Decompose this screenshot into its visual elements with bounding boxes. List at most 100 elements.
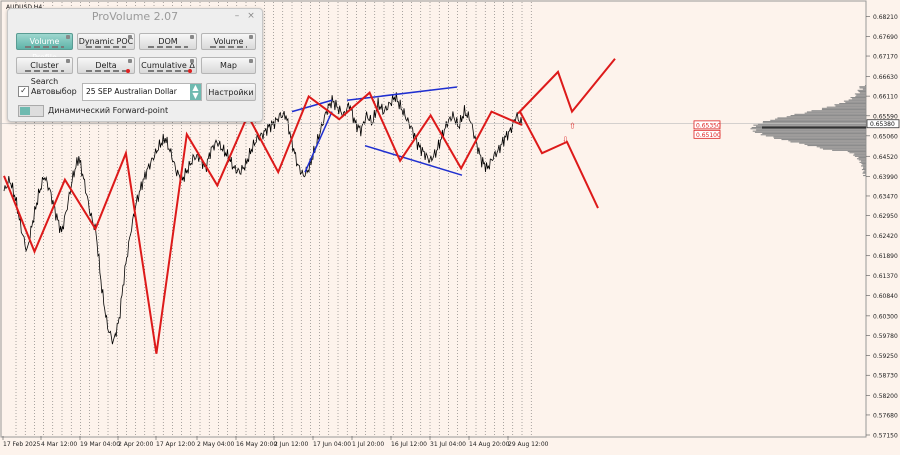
y-tick-label: 0.67690 — [873, 34, 898, 41]
profile-bar — [774, 137, 866, 139]
profile-bar — [807, 145, 866, 147]
profile-bar — [819, 147, 866, 149]
profile-bar — [864, 85, 866, 87]
profile-bar — [753, 124, 866, 126]
profile-bar — [804, 143, 866, 145]
y-tick-label: 0.60300 — [873, 313, 898, 320]
profile-bar — [856, 158, 866, 160]
x-tick-label: 29 Aug 12:00 — [508, 441, 549, 448]
dynamic-poc-button[interactable]: Dynamic POC — [77, 33, 135, 50]
profile-bar — [762, 122, 866, 124]
y-tick-label: 0.62950 — [873, 213, 898, 220]
profile-bar — [863, 175, 866, 177]
x-tick-label: 4 Mar 12:00 — [41, 441, 77, 448]
map-button[interactable]: Map — [201, 57, 256, 74]
spinner-icon[interactable]: ▲ ▼ — [190, 84, 201, 100]
profile-bar — [816, 146, 866, 148]
profile-bar — [865, 173, 866, 175]
profile-bar — [864, 170, 866, 172]
x-tick-label: 2 Apr 20:00 — [118, 441, 153, 448]
profile-bar — [765, 135, 866, 137]
profile-bar — [832, 149, 866, 151]
settings-button[interactable]: Настройки — [206, 83, 256, 101]
x-tick-label: 14 Aug 20:00 — [469, 441, 510, 448]
profile-bar — [834, 104, 866, 106]
x-tick-label: 2 May 04:00 — [197, 441, 235, 448]
profile-bar — [786, 116, 866, 118]
profile-bar — [849, 152, 866, 154]
profile-bar — [857, 89, 866, 91]
y-tick-label: 0.59250 — [873, 353, 898, 360]
profile-bar — [826, 106, 866, 108]
profile-bar — [773, 136, 866, 138]
profile-bar — [790, 115, 866, 117]
y-tick-label: 0.59780 — [873, 333, 898, 340]
dom-button[interactable]: DOM — [139, 33, 197, 50]
profile-bar — [852, 98, 866, 100]
poc-line — [762, 126, 866, 129]
profile-bar — [845, 101, 866, 103]
profile-bar — [804, 112, 866, 114]
profile-bar — [861, 163, 866, 165]
profile-bar — [853, 154, 866, 156]
y-tick-label: 0.68210 — [873, 14, 898, 21]
y-tick-label: 0.63990 — [873, 174, 898, 181]
profile-bar — [862, 172, 866, 174]
profile-bar — [752, 130, 866, 132]
delta-button[interactable]: Delta — [77, 57, 135, 74]
instrument-select[interactable]: 25 SEP Australian Dollar ▲ ▼ — [82, 83, 202, 101]
profile-bar — [859, 87, 866, 89]
profile-bar — [856, 94, 866, 96]
profile-bar — [839, 103, 866, 105]
volume-profile-button[interactable]: Volume Profile — [16, 33, 73, 62]
profile-bar — [821, 109, 866, 111]
profile-bar — [860, 165, 866, 167]
profile-bar — [754, 131, 866, 133]
profile-bar — [863, 167, 866, 169]
profile-bar — [858, 91, 866, 93]
y-tick-label: 0.57150 — [873, 433, 898, 440]
x-tick-label: 17 Apr 12:00 — [156, 441, 195, 448]
cumulative-delta-button[interactable]: Cumulative Δ — [139, 57, 197, 74]
autoselect-checkbox[interactable]: ✓ — [18, 86, 29, 97]
y-tick-label: 0.58200 — [873, 393, 898, 400]
down-arrow-icon: ⇩ — [562, 136, 569, 145]
profile-bar — [822, 148, 866, 150]
level-label: 0.65350 — [696, 122, 721, 129]
y-tick-label: 0.63470 — [873, 193, 898, 200]
profile-bar — [863, 166, 866, 168]
y-tick-label: 0.61890 — [873, 253, 898, 260]
y-tick-label: 0.62420 — [873, 233, 898, 240]
profile-bar — [775, 118, 866, 120]
y-tick-label: 0.65590 — [873, 113, 898, 120]
profile-bar — [835, 105, 866, 107]
forward-point-label: Динамический Forward-point — [48, 106, 169, 115]
profile-bar — [760, 134, 866, 136]
profile-bar — [854, 153, 866, 155]
profile-bar — [806, 111, 866, 113]
minimize-icon[interactable]: – — [232, 11, 242, 21]
up-arrow-icon: ⇧ — [569, 122, 576, 131]
profile-bar — [859, 92, 866, 94]
panel-title: ProVolume 2.07 — [91, 10, 179, 23]
profile-bar — [858, 157, 866, 159]
volume-button[interactable]: Volume — [201, 33, 256, 50]
profile-bar — [854, 155, 866, 157]
profile-bar — [811, 110, 866, 112]
profile-bar — [854, 93, 866, 95]
x-tick-label: 16 May 20:00 — [236, 441, 277, 448]
profile-bar — [858, 159, 866, 161]
profile-bar — [788, 140, 866, 142]
level-label: 0.65100 — [696, 132, 721, 139]
x-tick-label: 17 Feb 2025 — [3, 441, 41, 448]
profile-bar — [770, 119, 866, 121]
close-icon[interactable]: × — [246, 11, 256, 21]
cluster-search-button[interactable]: Cluster Search — [16, 57, 73, 86]
forward-point-toggle[interactable] — [18, 105, 44, 117]
profile-bar — [861, 160, 866, 162]
profile-bar — [863, 171, 866, 173]
profile-bar — [762, 121, 866, 123]
profile-bar — [777, 117, 866, 119]
profile-bar — [762, 133, 866, 135]
autoselect-label: Автовыбор — [31, 87, 77, 96]
